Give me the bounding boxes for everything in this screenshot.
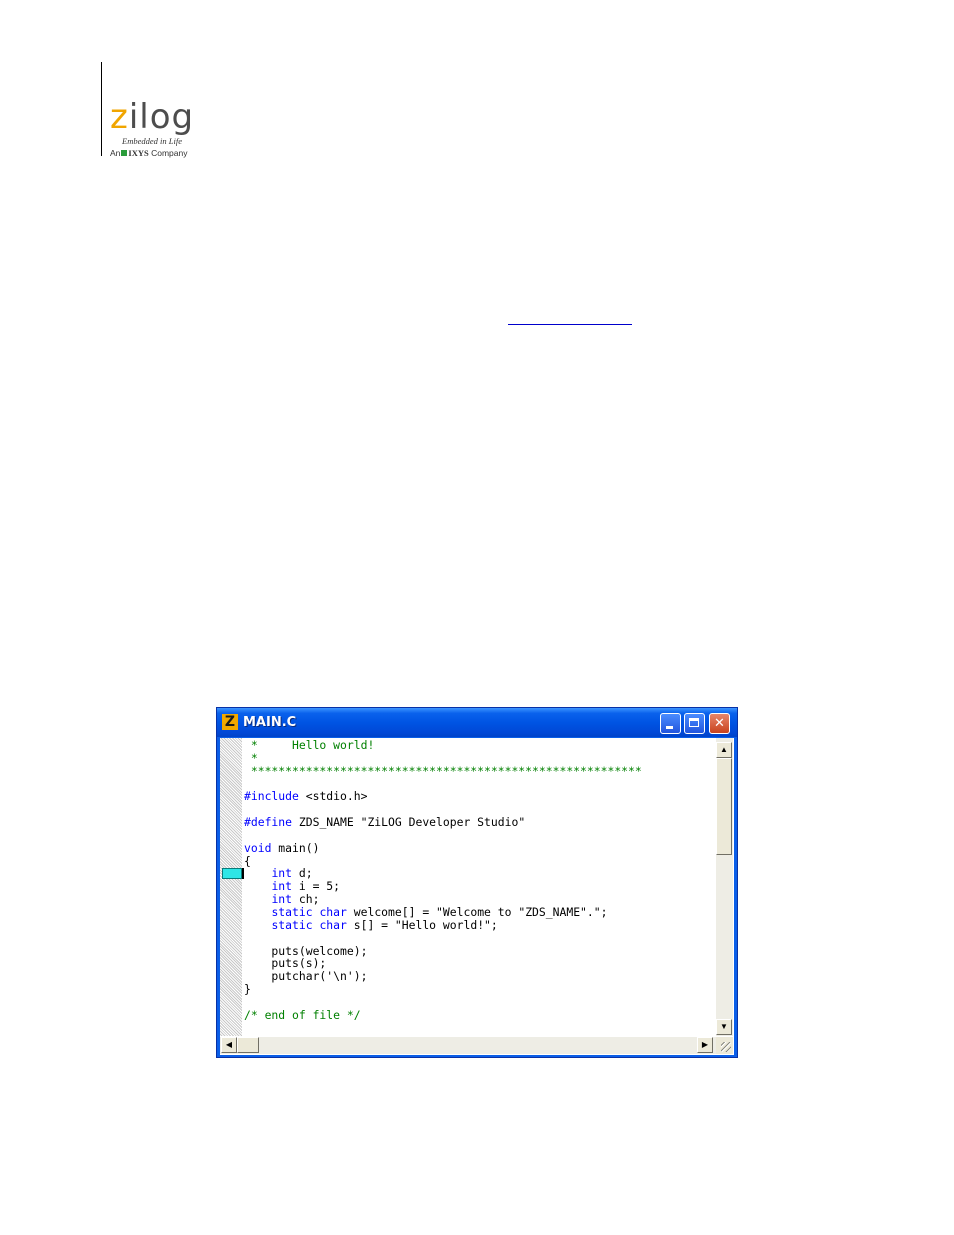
- breakpoint-marker-icon[interactable]: [222, 868, 242, 879]
- window-titlebar[interactable]: Z MAIN.C ✕: [217, 708, 737, 737]
- code-line[interactable]: #include <stdio.h>: [244, 790, 716, 803]
- resize-grip-icon[interactable]: [716, 1037, 733, 1054]
- arrow-down-icon[interactable]: ▼: [716, 1019, 732, 1035]
- minimize-button[interactable]: [660, 713, 681, 734]
- arrow-up-icon[interactable]: ▲: [716, 742, 732, 758]
- hyperlink-underline[interactable]: [508, 324, 632, 325]
- arrow-right-icon[interactable]: ▶: [697, 1037, 713, 1053]
- vertical-scroll-thumb[interactable]: [716, 758, 732, 855]
- zilog-logo: zilog Embedded in Life An IXYS Company: [110, 100, 220, 162]
- logo-tagline: Embedded in Life: [122, 136, 182, 146]
- code-line[interactable]: /* end of file */: [244, 1007, 716, 1022]
- editor-client-area: * Hello world! * ***********************…: [220, 738, 734, 1055]
- code-line[interactable]: putchar('\n');: [244, 970, 716, 983]
- code-editor-text[interactable]: * Hello world! * ***********************…: [244, 739, 716, 1036]
- code-line[interactable]: void main(): [244, 840, 716, 855]
- maximize-button[interactable]: [684, 713, 705, 734]
- window-title: MAIN.C: [243, 715, 297, 730]
- logo-company-line: An IXYS Company: [110, 148, 188, 158]
- ixys-square-icon: [121, 150, 128, 156]
- code-comment: /* end of file */: [244, 1007, 361, 1022]
- code-keyword: #include: [244, 789, 299, 804]
- arrow-left-icon[interactable]: ◀: [221, 1037, 237, 1053]
- code-keyword: static: [271, 917, 313, 932]
- code-line[interactable]: }: [244, 983, 716, 996]
- editor-window: Z MAIN.C ✕ * Hello world! * ************…: [216, 707, 738, 1058]
- code-line[interactable]: static char s[] = "Hello world!";: [244, 917, 716, 932]
- code-keyword: #define: [244, 815, 293, 830]
- code-comment: ****************************************…: [244, 763, 642, 778]
- code-line[interactable]: #define ZDS_NAME "ZiLOG Developer Studio…: [244, 816, 716, 829]
- vertical-scrollbar[interactable]: ▲ ▼: [716, 738, 733, 1036]
- close-icon: ✕: [714, 716, 725, 731]
- code-line[interactable]: {: [244, 854, 716, 868]
- code-keyword: char: [319, 917, 347, 932]
- code-line[interactable]: * Hello world!: [244, 739, 716, 752]
- code-text: s[] = "Hello world!";: [346, 917, 498, 932]
- editor-gutter[interactable]: [220, 738, 242, 1036]
- code-comment: * Hello world!: [244, 739, 375, 752]
- horizontal-scroll-thumb[interactable]: [237, 1037, 259, 1053]
- horizontal-scrollbar[interactable]: ◀ ▶: [220, 1037, 716, 1054]
- code-text: }: [244, 982, 251, 997]
- code-text: main(): [271, 840, 320, 855]
- logo-wordmark: zilog: [110, 97, 195, 137]
- page-margin-rule: [101, 62, 102, 156]
- code-text: <stdio.h>: [298, 789, 368, 804]
- zds-app-icon[interactable]: Z: [222, 714, 238, 730]
- close-button[interactable]: ✕: [709, 713, 730, 734]
- code-text: ZDS_NAME "ZiLOG Developer Studio": [292, 815, 526, 830]
- code-text: putchar('\n');: [244, 969, 368, 984]
- code-line[interactable]: ****************************************…: [244, 763, 716, 778]
